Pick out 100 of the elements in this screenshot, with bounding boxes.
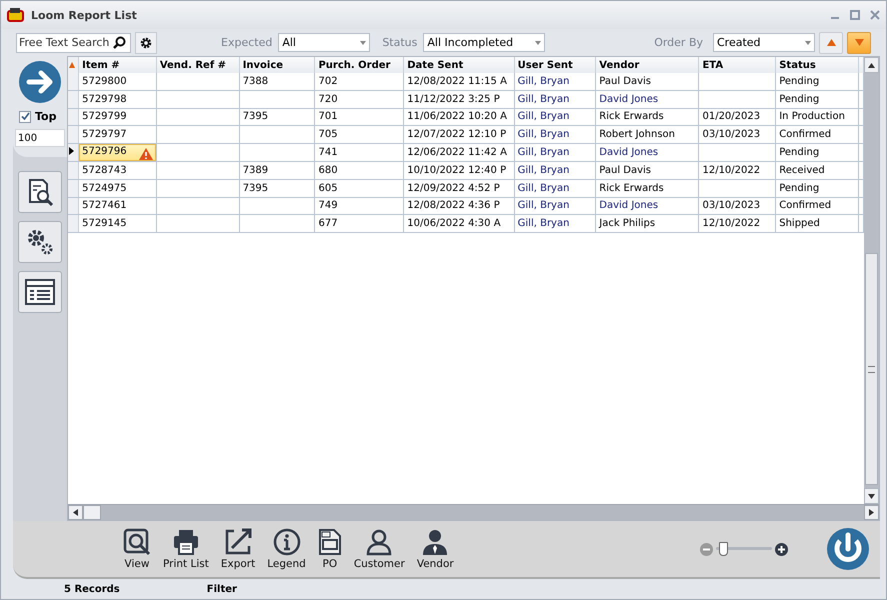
- export-button[interactable]: Export: [214, 528, 262, 570]
- table-cell: 680: [314, 161, 404, 180]
- table-cell: 11/12/2022 3:25 P: [404, 90, 514, 108]
- table-cell: 677: [314, 214, 404, 233]
- zoom-slider[interactable]: [716, 542, 772, 556]
- table-cell: 7395: [239, 108, 315, 126]
- order-by-label: Order By: [654, 36, 703, 49]
- settings-button[interactable]: [135, 32, 157, 54]
- table-cell: Paul Davis: [596, 73, 699, 90]
- table-cell: Pending: [776, 73, 858, 90]
- top-count-field[interactable]: 100: [15, 129, 65, 147]
- table-cell: 701: [314, 108, 404, 126]
- scroll-down-icon[interactable]: [868, 494, 876, 498]
- column-header[interactable]: Date Sent: [404, 57, 514, 73]
- table-cell: 11/06/2022 10:20 A: [404, 108, 514, 126]
- column-header[interactable]: Item #: [78, 57, 156, 73]
- table-cell: 03/10/2023: [698, 197, 776, 215]
- table-cell: David Jones: [596, 197, 699, 215]
- table-cell: In Production: [776, 108, 858, 126]
- table-cell: Rick Erwards: [596, 108, 699, 126]
- table-cell: Pending: [776, 144, 858, 162]
- customer-button[interactable]: Customer: [348, 528, 411, 570]
- table-cell: 702: [314, 73, 404, 90]
- document-search-icon: [26, 178, 54, 206]
- scroll-thumb[interactable]: [83, 505, 101, 520]
- vertical-scrollbar[interactable]: [864, 57, 879, 504]
- close-icon[interactable]: [870, 10, 880, 20]
- printer-icon: [172, 528, 200, 556]
- table-cell: 7389: [239, 161, 315, 180]
- zoom-out-icon[interactable]: [700, 542, 713, 556]
- table-cell: David Jones: [596, 90, 699, 108]
- table-cell: 5729800: [78, 73, 156, 90]
- up-triangle-icon: [826, 39, 836, 46]
- maximize-icon[interactable]: [850, 10, 860, 20]
- gears-icon: [25, 227, 55, 257]
- power-icon[interactable]: [826, 527, 870, 571]
- table-cell: 7395: [239, 179, 315, 198]
- order-by-dropdown[interactable]: Created: [713, 33, 815, 52]
- list-icon: [25, 279, 55, 305]
- search-icon[interactable]: [113, 36, 126, 49]
- scroll-up-icon[interactable]: [868, 62, 876, 68]
- table-cell: 12/06/2022 11:42 A: [404, 144, 514, 162]
- info-icon: [272, 528, 301, 556]
- zoom-in-icon[interactable]: [775, 542, 788, 556]
- legend-button[interactable]: Legend: [261, 528, 312, 570]
- table-cell: Paul Davis: [596, 161, 699, 180]
- table-cell: Gill, Bryan: [514, 126, 596, 144]
- table-cell: 12/08/2022 4:36 P: [404, 197, 514, 215]
- table-cell: 12/07/2022 12:10 P: [404, 126, 514, 144]
- table-cell: Pending: [776, 90, 858, 108]
- expected-dropdown[interactable]: All: [278, 33, 370, 52]
- print-button[interactable]: Print List: [157, 528, 215, 570]
- top-checkbox[interactable]: [19, 110, 31, 122]
- person-icon: [422, 528, 448, 556]
- table-cell: Gill, Bryan: [514, 179, 596, 198]
- column-header[interactable]: Vend. Ref #: [156, 57, 240, 73]
- table-cell: Confirmed: [776, 126, 858, 144]
- gear-icon: [139, 36, 153, 50]
- scroll-right-icon[interactable]: [869, 509, 874, 516]
- column-header[interactable]: Vendor: [596, 57, 699, 73]
- sort-ascending-button[interactable]: [819, 32, 843, 54]
- column-header[interactable]: User Sent: [514, 57, 596, 73]
- table-cell: 720: [314, 90, 404, 108]
- column-header[interactable]: ETA: [698, 57, 776, 73]
- column-header[interactable]: Purch. Order: [314, 57, 404, 73]
- table-cell: Robert Johnson: [596, 126, 699, 144]
- scroll-thumb[interactable]: [865, 253, 878, 485]
- po-button[interactable]: PO: [312, 528, 348, 570]
- top-label: Top: [35, 110, 56, 123]
- column-header[interactable]: Status: [776, 57, 858, 73]
- row-header[interactable]: [68, 144, 79, 162]
- table-cell: Gill, Bryan: [514, 90, 596, 108]
- table-cell: Gill, Bryan: [514, 214, 596, 233]
- horizontal-scrollbar[interactable]: [68, 504, 879, 520]
- view-button[interactable]: View: [117, 528, 157, 570]
- table-cell: 741: [314, 144, 404, 162]
- search-field[interactable]: Free Text Search: [16, 32, 131, 52]
- row-pointer-icon: [69, 147, 74, 156]
- table-cell: Gill, Bryan: [514, 108, 596, 126]
- table-cell: Confirmed: [776, 197, 858, 215]
- scroll-left-icon[interactable]: [73, 509, 78, 516]
- settings-button[interactable]: [18, 221, 62, 263]
- table-cell: Received: [776, 161, 858, 180]
- table-cell: 5729796: [78, 144, 156, 162]
- table-cell: David Jones: [596, 144, 699, 162]
- vendor-button[interactable]: Vendor: [410, 528, 460, 570]
- person-outline-icon: [366, 528, 392, 556]
- export-icon: [224, 528, 252, 556]
- preview-button[interactable]: [18, 171, 62, 213]
- down-triangle-icon: [854, 39, 864, 46]
- table-cell: Gill, Bryan: [514, 73, 596, 90]
- window-title: Loom Report List: [31, 8, 137, 22]
- table-cell: 10/06/2022 4:30 A: [404, 214, 514, 233]
- column-header[interactable]: Invoice: [239, 57, 315, 73]
- list-view-button[interactable]: [18, 271, 62, 313]
- status-dropdown[interactable]: All Incompleted: [423, 33, 546, 52]
- table-cell: 5728743: [78, 161, 156, 180]
- table-cell: 01/20/2023: [698, 108, 776, 126]
- sort-descending-button[interactable]: [847, 32, 871, 54]
- table-cell: 12/09/2022 4:52 P: [404, 179, 514, 198]
